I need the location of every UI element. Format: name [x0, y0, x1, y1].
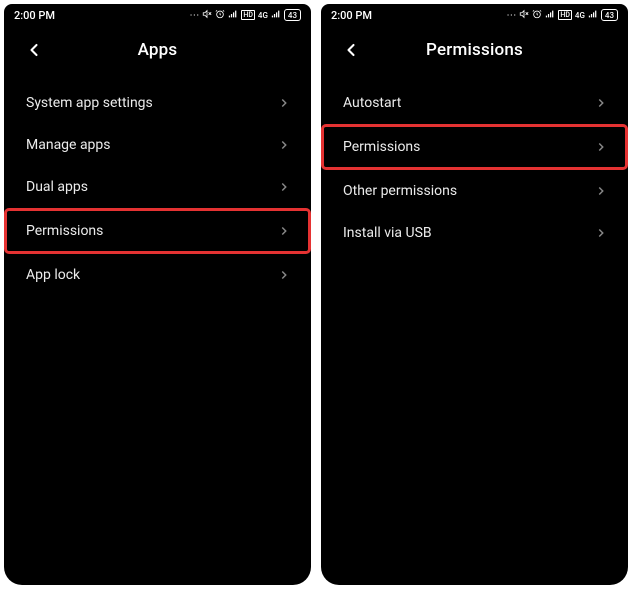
chevron-right-icon [277, 180, 291, 194]
battery-icon: 43 [601, 9, 618, 21]
phone-screen-apps: 2:00 PM ⋯ HD 4G 43 Apps Syst [4, 4, 311, 585]
list-item-label: Permissions [26, 223, 103, 239]
header: Apps [4, 26, 311, 74]
volte-icon: HD [241, 10, 255, 20]
settings-item-app-lock[interactable]: App lock [4, 254, 311, 296]
list-item-label: Manage apps [26, 137, 111, 153]
settings-item-autostart[interactable]: Autostart [321, 82, 628, 124]
chevron-right-icon [277, 224, 291, 238]
chevron-right-icon [277, 138, 291, 152]
more-icon: ⋯ [506, 10, 516, 21]
settings-item-dual-apps[interactable]: Dual apps [4, 166, 311, 208]
mute-icon [519, 9, 529, 22]
back-button[interactable] [22, 38, 46, 62]
status-icons: ⋯ HD 4G 43 [189, 9, 301, 22]
chevron-right-icon [277, 96, 291, 110]
chevron-right-icon [277, 268, 291, 282]
list-item-label: System app settings [26, 95, 153, 111]
back-button[interactable] [339, 38, 363, 62]
settings-list: Autostart Permissions Other permissions … [321, 74, 628, 585]
settings-item-install-via-usb[interactable]: Install via USB [321, 212, 628, 254]
phone-screen-permissions: 2:00 PM ⋯ HD 4G 43 Permissions [321, 4, 628, 585]
volte-icon: HD [558, 10, 572, 20]
settings-item-system-app[interactable]: System app settings [4, 82, 311, 124]
list-item-label: Install via USB [343, 225, 432, 241]
list-item-label: Dual apps [26, 179, 88, 195]
mute-icon [202, 9, 212, 22]
status-bar: 2:00 PM ⋯ HD 4G 43 [321, 4, 628, 26]
list-item-label: Autostart [343, 95, 401, 111]
settings-list: System app settings Manage apps Dual app… [4, 74, 311, 585]
page-title: Permissions [337, 40, 612, 60]
signal-icon [228, 9, 238, 22]
signal-icon [545, 9, 555, 22]
list-item-label: Other permissions [343, 183, 457, 199]
status-icons: ⋯ HD 4G 43 [506, 9, 618, 22]
header: Permissions [321, 26, 628, 74]
alarm-icon [532, 9, 542, 22]
chevron-right-icon [594, 140, 608, 154]
signal2-icon [271, 9, 281, 22]
list-item-label: App lock [26, 267, 80, 283]
more-icon: ⋯ [189, 10, 199, 21]
settings-item-manage-apps[interactable]: Manage apps [4, 124, 311, 166]
status-bar: 2:00 PM ⋯ HD 4G 43 [4, 4, 311, 26]
alarm-icon [215, 9, 225, 22]
signal2-icon [588, 9, 598, 22]
network-icon: 4G [575, 11, 585, 20]
chevron-right-icon [594, 96, 608, 110]
chevron-right-icon [594, 184, 608, 198]
battery-icon: 43 [284, 9, 301, 21]
status-time: 2:00 PM [331, 9, 372, 22]
settings-item-permissions[interactable]: Permissions [4, 208, 311, 254]
back-icon [341, 40, 361, 60]
settings-item-permissions[interactable]: Permissions [321, 124, 628, 170]
page-title: Apps [20, 40, 295, 60]
back-icon [24, 40, 44, 60]
network-icon: 4G [258, 11, 268, 20]
list-item-label: Permissions [343, 139, 420, 155]
chevron-right-icon [594, 226, 608, 240]
status-time: 2:00 PM [14, 9, 55, 22]
settings-item-other-permissions[interactable]: Other permissions [321, 170, 628, 212]
